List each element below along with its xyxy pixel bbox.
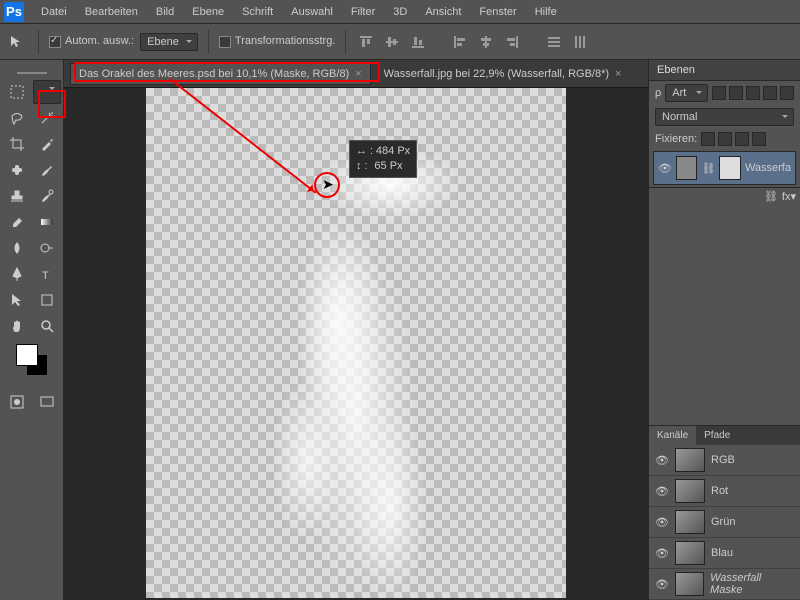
lock-label: Fixieren: xyxy=(655,133,697,145)
distribute-icon[interactable] xyxy=(544,32,564,52)
path-select-tool[interactable] xyxy=(3,288,31,312)
layers-footer: ⛓ fx▾ xyxy=(649,187,800,205)
crop-tool[interactable] xyxy=(3,132,31,156)
menu-datei[interactable]: Datei xyxy=(32,3,76,21)
menu-schrift[interactable]: Schrift xyxy=(233,3,282,21)
menu-bild[interactable]: Bild xyxy=(147,3,183,21)
layer-row[interactable]: 👁 ⛓ Wasserfa xyxy=(653,151,796,185)
menu-bearbeiten[interactable]: Bearbeiten xyxy=(76,3,147,21)
channel-row[interactable]: 👁RGB xyxy=(649,445,800,476)
marquee-tool[interactable] xyxy=(3,80,31,104)
layers-panel-header[interactable]: Ebenen xyxy=(649,60,800,81)
annotation-box xyxy=(38,90,66,118)
visibility-icon[interactable]: 👁 xyxy=(655,578,669,591)
lasso-tool[interactable] xyxy=(3,106,31,130)
auto-select-dropdown[interactable]: Ebene xyxy=(140,33,198,51)
move-tool-icon xyxy=(6,31,28,53)
svg-text:T: T xyxy=(42,270,49,282)
fx-icon[interactable]: fx▾ xyxy=(782,190,796,203)
panels: Ebenen ρ Art Normal Fixieren: 👁 ⛓ Wasser… xyxy=(648,60,800,600)
channel-row[interactable]: 👁Rot xyxy=(649,476,800,507)
tab-title: Wasserfall.jpg bei 22,9% (Wasserfall, RG… xyxy=(384,68,609,80)
text-tool[interactable]: T xyxy=(33,262,61,286)
align-top-icon[interactable] xyxy=(356,32,376,52)
eyedropper-tool[interactable] xyxy=(33,132,61,156)
menu-filter[interactable]: Filter xyxy=(342,3,384,21)
menu-ebene[interactable]: Ebene xyxy=(183,3,233,21)
layer-thumb[interactable] xyxy=(676,156,698,180)
gradient-tool[interactable] xyxy=(33,210,61,234)
channels-tab[interactable]: Kanäle xyxy=(649,426,696,445)
visibility-icon[interactable]: 👁 xyxy=(655,516,669,529)
channel-row[interactable]: 👁Blau xyxy=(649,538,800,569)
shape-tool[interactable] xyxy=(33,288,61,312)
align-bottom-icon[interactable] xyxy=(408,32,428,52)
auto-select-checkbox[interactable]: Autom. ausw.: xyxy=(49,35,134,47)
channel-row[interactable]: 👁Wasserfall Maske xyxy=(649,569,800,600)
annotation-box xyxy=(74,62,380,82)
layer-content xyxy=(186,138,526,598)
toolbox-grip[interactable] xyxy=(17,64,47,74)
lock-buttons[interactable] xyxy=(701,132,766,146)
filter-icons[interactable] xyxy=(712,86,794,100)
visibility-icon[interactable]: 👁 xyxy=(658,162,672,175)
menu-hilfe[interactable]: Hilfe xyxy=(526,3,566,21)
hand-tool[interactable] xyxy=(3,314,31,338)
align-right-icon[interactable] xyxy=(502,32,522,52)
screenmode-tool[interactable] xyxy=(33,390,61,414)
distribute-icon[interactable] xyxy=(570,32,590,52)
menu-ansicht[interactable]: Ansicht xyxy=(416,3,470,21)
channel-row[interactable]: 👁Grün xyxy=(649,507,800,538)
link-icon[interactable]: ⛓ xyxy=(764,190,778,203)
separator xyxy=(208,30,209,54)
visibility-icon[interactable]: 👁 xyxy=(655,454,669,467)
stamp-tool[interactable] xyxy=(3,184,31,208)
document-tab[interactable]: Wasserfall.jpg bei 22,9% (Wasserfall, RG… xyxy=(375,63,631,85)
close-icon[interactable]: × xyxy=(615,68,621,80)
mask-thumb[interactable] xyxy=(719,156,741,180)
menu-3d[interactable]: 3D xyxy=(384,3,416,21)
separator xyxy=(38,30,39,54)
brush-tool[interactable] xyxy=(33,158,61,182)
align-left-icon[interactable] xyxy=(450,32,470,52)
pen-tool[interactable] xyxy=(3,262,31,286)
layer-filter-dropdown[interactable]: Art xyxy=(665,84,708,102)
align-hcenter-icon[interactable] xyxy=(476,32,496,52)
visibility-icon[interactable]: 👁 xyxy=(655,485,669,498)
menu-fenster[interactable]: Fenster xyxy=(470,3,525,21)
separator xyxy=(345,30,346,54)
toolbox: T xyxy=(0,60,64,600)
history-brush-tool[interactable] xyxy=(33,184,61,208)
channels-tabs: Kanäle Pfade xyxy=(649,426,800,445)
blend-mode-dropdown[interactable]: Normal xyxy=(655,108,794,126)
layer-name[interactable]: Wasserfa xyxy=(745,162,791,174)
eraser-tool[interactable] xyxy=(3,210,31,234)
cursor-icon: ➤ xyxy=(322,176,334,193)
menu-bar: Ps Datei Bearbeiten Bild Ebene Schrift A… xyxy=(0,0,800,24)
move-tooltip: ↔ : 484 Px ↕ : 65 Px xyxy=(349,140,417,178)
document-area: Das Orakel des Meeres.psd bei 10,1% (Mas… xyxy=(64,60,648,600)
transform-checkbox[interactable]: Transformationsstrg. xyxy=(219,35,335,47)
visibility-icon[interactable]: 👁 xyxy=(655,547,669,560)
options-bar: Autom. ausw.: Ebene Transformationsstrg. xyxy=(0,24,800,60)
align-vcenter-icon[interactable] xyxy=(382,32,402,52)
heal-tool[interactable] xyxy=(3,158,31,182)
dodge-tool[interactable] xyxy=(33,236,61,260)
paths-tab[interactable]: Pfade xyxy=(696,426,738,445)
app-logo: Ps xyxy=(4,2,24,22)
menu-auswahl[interactable]: Auswahl xyxy=(282,3,342,21)
canvas[interactable]: ↔ : 484 Px ↕ : 65 Px xyxy=(64,88,648,600)
color-swatches[interactable] xyxy=(12,344,52,384)
foreground-color[interactable] xyxy=(16,344,38,366)
quickmask-tool[interactable] xyxy=(3,390,31,414)
blur-tool[interactable] xyxy=(3,236,31,260)
zoom-tool[interactable] xyxy=(33,314,61,338)
